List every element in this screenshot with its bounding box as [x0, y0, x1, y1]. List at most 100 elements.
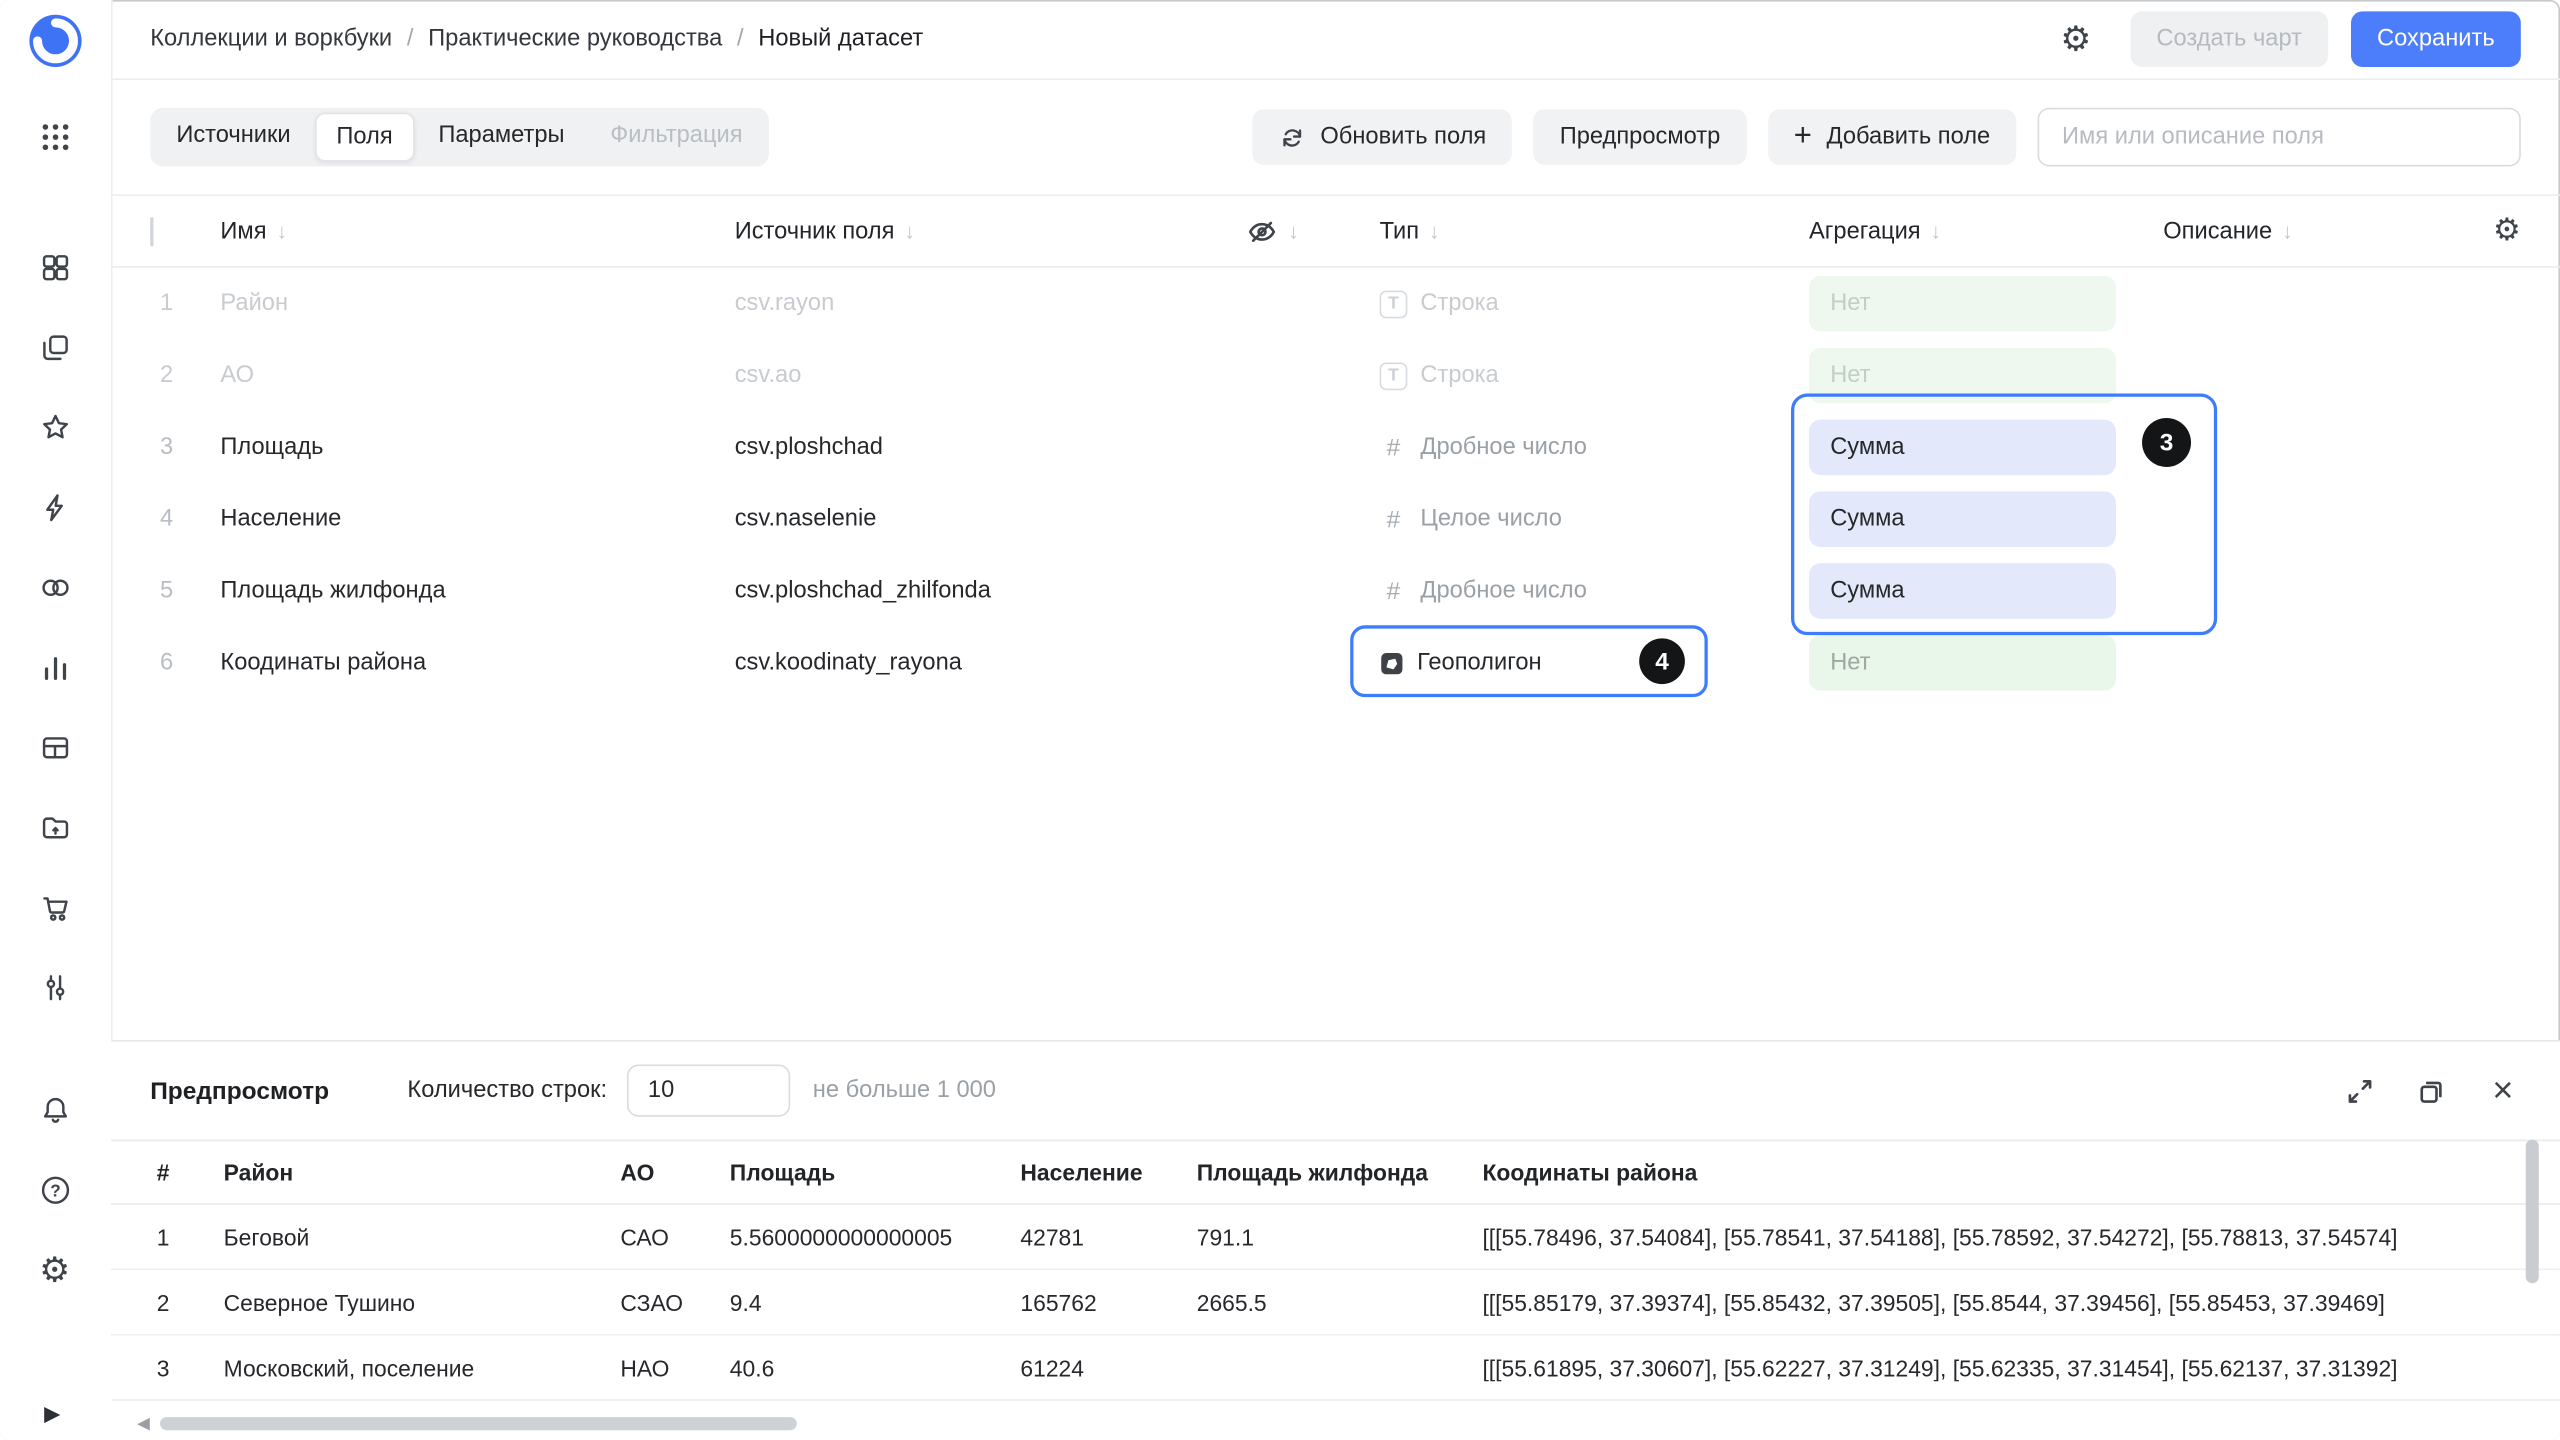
aggregation-select[interactable]: Нет	[1809, 276, 2116, 332]
string-type-icon: T	[1380, 290, 1408, 318]
sidebar-bottom-nav: ? ⚙	[0, 1081, 109, 1300]
field-name: Площадь	[220, 434, 734, 460]
preview-col-koordinaty: Коодинаты района	[1482, 1159, 2514, 1185]
row-number: 2	[150, 362, 220, 388]
cell: НАО	[620, 1354, 729, 1380]
field-type-cell[interactable]: Геополигон	[1380, 650, 1809, 676]
field-row[interactable]: 4 Население csv.naselenie # Целое число …	[111, 483, 2560, 555]
column-header-type[interactable]: Тип↓	[1380, 218, 1809, 244]
cell: 2	[157, 1289, 224, 1315]
cell: 42781	[1020, 1224, 1196, 1250]
column-header-source[interactable]: Источник поля↓	[735, 218, 1246, 244]
datasets-rings-icon[interactable]	[25, 558, 84, 617]
settings-sliders-icon[interactable]	[25, 958, 84, 1017]
notifications-bell-icon[interactable]	[25, 1081, 84, 1140]
field-row[interactable]: 2 АО csv.ao T Строка Нет	[111, 340, 2560, 412]
favorites-star-icon[interactable]	[25, 398, 84, 457]
open-in-window-icon[interactable]	[2413, 1073, 2449, 1109]
aggregation-select[interactable]: Нет	[1809, 348, 2116, 404]
breadcrumb-current: Новый датасет	[758, 26, 923, 52]
dashboards-icon[interactable]	[25, 238, 84, 297]
field-row[interactable]: 3 Площадь csv.ploshchad # Дробное число …	[111, 411, 2560, 483]
scrollbar-thumb[interactable]	[160, 1417, 797, 1430]
tab-parameters[interactable]: Параметры	[417, 113, 586, 159]
scroll-left-arrow-icon[interactable]: ◀	[137, 1416, 150, 1434]
connections-lightning-icon[interactable]	[25, 478, 84, 537]
sort-icon: ↓	[1930, 219, 1941, 243]
preview-panel-header: Предпросмотр Количество строк: не больше…	[111, 1042, 2560, 1140]
field-row[interactable]: 1 Район csv.rayon T Строка Нет	[111, 268, 2560, 340]
breadcrumb: Коллекции и воркбуки / Практические руко…	[150, 26, 923, 52]
scrollbar-thumb[interactable]	[2526, 1140, 2539, 1284]
marketplace-cart-icon[interactable]	[25, 878, 84, 937]
cell: 9.4	[730, 1289, 1021, 1315]
column-header-description[interactable]: Описание↓	[2163, 218, 2475, 244]
row-limit-hint: не больше 1 000	[813, 1078, 996, 1104]
dataset-tabs: Источники Поля Параметры Фильтрация	[150, 108, 769, 167]
aggregation-select[interactable]: Нет	[1809, 635, 2116, 691]
column-header-name[interactable]: Имя↓	[220, 218, 734, 244]
row-count-input[interactable]	[627, 1064, 790, 1116]
field-source: csv.naselenie	[735, 506, 1246, 532]
toolbar: Источники Поля Параметры Фильтрация Обно…	[111, 80, 2560, 196]
field-type-cell[interactable]: # Целое число	[1380, 505, 1809, 533]
settings-gear-icon[interactable]: ⚙	[25, 1241, 84, 1300]
tab-filtering[interactable]: Фильтрация	[589, 113, 764, 159]
sort-icon: ↓	[1429, 219, 1440, 243]
cell: Беговой	[224, 1224, 621, 1250]
number-type-icon: #	[1380, 505, 1408, 533]
cell: СЗАО	[620, 1289, 729, 1315]
expand-preview-icon[interactable]	[2341, 1073, 2377, 1109]
field-search-input[interactable]	[2059, 122, 2500, 151]
field-type-cell[interactable]: # Дробное число	[1380, 433, 1809, 461]
save-button[interactable]: Сохранить	[2351, 11, 2521, 67]
main-content: Коллекции и воркбуки / Практические руко…	[111, 0, 2560, 1440]
tables-icon[interactable]	[25, 718, 84, 777]
datalens-logo-icon[interactable]	[26, 11, 85, 70]
aggregation-select[interactable]: Сумма	[1809, 563, 2116, 619]
add-field-button[interactable]: + Добавить поле	[1768, 109, 2017, 165]
preview-vertical-scrollbar[interactable]	[2526, 1140, 2539, 1393]
table-settings-gear-icon[interactable]: ⚙	[2493, 216, 2521, 247]
preview-horizontal-scrollbar[interactable]	[160, 1417, 2511, 1430]
field-type-cell[interactable]: T Строка	[1380, 362, 1809, 390]
create-chart-button[interactable]: Создать чарт	[2130, 11, 2328, 67]
select-all-checkbox[interactable]	[150, 216, 153, 245]
aggregation-select[interactable]: Сумма	[1809, 491, 2116, 547]
charts-icon[interactable]	[25, 638, 84, 697]
dataset-editor: ? ⚙ ▶ Коллекции и воркбуки / Практически…	[0, 0, 2560, 1440]
aggregation-select[interactable]: Сумма	[1809, 420, 2116, 476]
refresh-fields-button[interactable]: Обновить поля	[1252, 109, 1513, 165]
cell: САО	[620, 1224, 729, 1250]
collections-icon[interactable]	[25, 318, 84, 377]
field-type-cell[interactable]: # Дробное число	[1380, 577, 1809, 605]
cell: 2665.5	[1197, 1289, 1483, 1315]
storage-folder-icon[interactable]	[25, 798, 84, 857]
cell: Северное Тушино	[224, 1289, 621, 1315]
breadcrumb-collections[interactable]: Коллекции и воркбуки	[150, 26, 392, 52]
help-icon[interactable]: ?	[25, 1161, 84, 1220]
sort-icon: ↓	[276, 219, 287, 243]
field-type-cell[interactable]: T Строка	[1380, 290, 1809, 318]
cell: 791.1	[1197, 1224, 1483, 1250]
row-number: 1	[150, 291, 220, 317]
close-preview-icon[interactable]: ×	[2485, 1073, 2521, 1109]
breadcrumb-guides[interactable]: Практические руководства	[428, 26, 722, 52]
preview-button[interactable]: Предпросмотр	[1534, 109, 1747, 165]
tab-sources[interactable]: Источники	[155, 113, 312, 159]
plus-icon: +	[1794, 120, 1812, 151]
column-header-aggregation[interactable]: Агрегация↓	[1809, 218, 2163, 244]
field-row[interactable]: 5 Площадь жилфонда csv.ploshchad_zhilfon…	[111, 555, 2560, 627]
cell: 40.6	[730, 1354, 1021, 1380]
field-name: Район	[220, 291, 734, 317]
collapse-sidebar-icon[interactable]: ▶	[44, 1401, 60, 1427]
preview-row: 3 Московский, поселение НАО 40.6 61224 […	[111, 1336, 2560, 1401]
column-header-hidden[interactable]: ↓	[1246, 215, 1380, 248]
field-row[interactable]: 6 Коодинаты района csv.koodinaty_rayona …	[111, 627, 2560, 699]
string-type-icon: T	[1380, 362, 1408, 390]
apps-grid-icon[interactable]	[26, 108, 85, 167]
cell: 1	[157, 1224, 224, 1250]
tab-fields[interactable]: Поля	[315, 113, 414, 162]
dataset-settings-gear-icon[interactable]: ⚙	[2060, 22, 2091, 56]
sort-icon: ↓	[904, 219, 915, 243]
